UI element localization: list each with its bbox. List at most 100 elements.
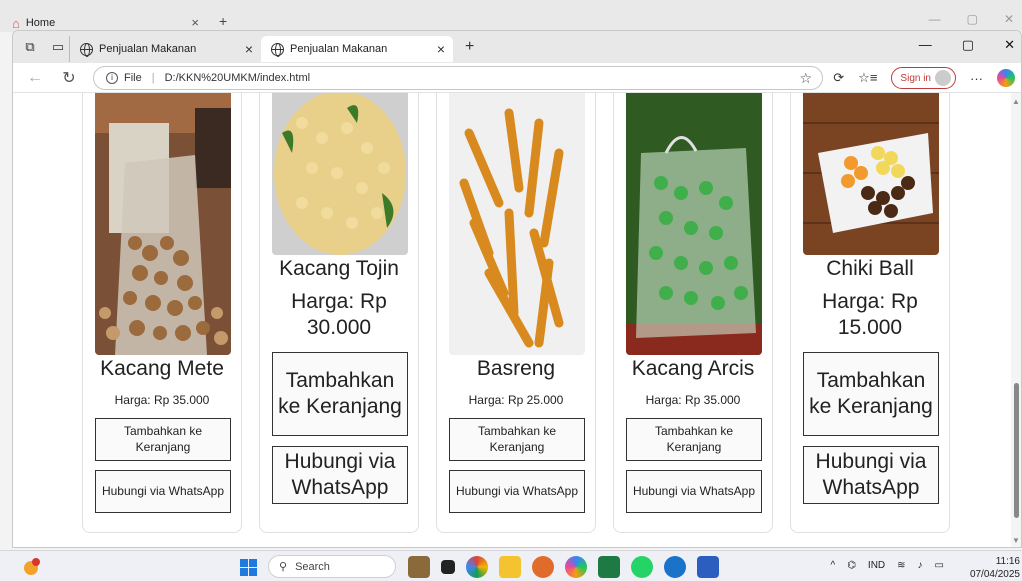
whatsapp-contact-button[interactable]: Hubungi via WhatsApp — [626, 470, 762, 513]
taskbar-search[interactable]: ⚲ Search — [268, 555, 396, 578]
backdrop-minimize-button[interactable]: — — [929, 12, 941, 26]
system-tray: ^ ⌬ IND ≋ ♪ ▭ — [830, 560, 944, 571]
taskbar-search-placeholder: Search — [295, 560, 330, 573]
add-to-cart-button[interactable]: Tambahkan ke Keranjang — [803, 352, 939, 436]
chrome-icon[interactable] — [466, 556, 488, 578]
globe-icon — [80, 42, 93, 57]
start-button[interactable] — [240, 559, 257, 576]
backdrop-window-controls: — ▢ ✕ — [929, 12, 1014, 26]
backdrop-new-tab-button[interactable]: + — [219, 13, 227, 29]
task-view-icon[interactable] — [441, 560, 455, 574]
whatsapp-icon[interactable] — [631, 556, 653, 578]
home-icon: ⌂ — [12, 15, 20, 31]
product-card-basreng: Basreng Harga: Rp 25.000 Tambahkan ke Ke… — [436, 93, 596, 533]
close-button[interactable]: ✕ — [1004, 37, 1015, 53]
wifi-icon[interactable]: ≋ — [897, 560, 905, 571]
scrollbar-thumb[interactable] — [1014, 383, 1019, 518]
product-image-basreng — [449, 93, 585, 355]
sign-in-button[interactable]: Sign in — [891, 67, 956, 89]
clock-date: 07/04/2025 — [969, 569, 1020, 580]
add-to-cart-button[interactable]: Tambahkan ke Keranjang — [626, 418, 762, 461]
product-price: Harga: Rp 35.000 — [114, 393, 210, 407]
tab-bar: ⧉ ▭ Penjualan Makanan × Penjualan Makana… — [13, 31, 1021, 63]
url-text: D:/KKN%20UMKM/index.html — [164, 72, 311, 84]
url-scheme: File — [124, 72, 142, 84]
tab-penjualan-makanan-1[interactable]: Penjualan Makanan × — [69, 36, 261, 62]
backdrop-maximize-button[interactable]: ▢ — [967, 12, 978, 26]
info-icon[interactable]: i — [106, 72, 118, 84]
whatsapp-contact-button[interactable]: Hubungi via WhatsApp — [272, 446, 408, 504]
product-name: Kacang Mete — [100, 357, 224, 380]
page-viewport: Kacang Mete Harga: Rp 35.000 Tambahkan k… — [13, 93, 1021, 547]
language-indicator[interactable]: IND — [868, 560, 885, 571]
chevron-up-icon[interactable]: ^ — [830, 560, 835, 571]
product-image-kacang-arcis — [626, 93, 762, 355]
product-price: Harga: Rp 25.000 — [468, 393, 564, 407]
add-to-cart-button[interactable]: Tambahkan ke Keranjang — [449, 418, 585, 461]
globe-icon — [271, 42, 284, 57]
vertical-scrollbar[interactable]: ▲ ▼ — [1011, 93, 1021, 547]
tab-close-icon[interactable]: × — [245, 41, 253, 57]
back-arrow-icon[interactable]: ← — [23, 69, 47, 87]
backdrop-close-button[interactable]: ✕ — [1004, 12, 1014, 26]
word-icon[interactable] — [697, 556, 719, 578]
copilot-taskbar-icon[interactable] — [565, 556, 587, 578]
tab-title: Penjualan Makanan — [290, 43, 388, 55]
product-card-kacang-arcis: Kacang Arcis Harga: Rp 35.000 Tambahkan … — [613, 93, 773, 533]
product-card-kacang-mete: Kacang Mete Harga: Rp 35.000 Tambahkan k… — [82, 93, 242, 533]
minimize-button[interactable]: — — [919, 37, 932, 53]
address-bar-row: ← ↻ i File | D:/KKN%20UMKM/index.html ☆ … — [13, 63, 1021, 93]
tab-penjualan-makanan-2[interactable]: Penjualan Makanan × — [261, 36, 453, 62]
extensions-icon[interactable]: ⟳ — [833, 70, 844, 86]
favorites-icon[interactable]: ☆≡ — [858, 70, 877, 86]
taskbar: ⚲ Search ^ ⌬ IND ≋ ♪ ▭ 11:16 07/04/2025 — [0, 550, 1022, 581]
avatar-icon — [935, 70, 951, 86]
scroll-up-icon[interactable]: ▲ — [1012, 97, 1020, 106]
excel-icon[interactable] — [598, 556, 620, 578]
url-field[interactable]: i File | D:/KKN%20UMKM/index.html ☆ — [93, 66, 823, 90]
new-tab-button[interactable]: + — [465, 38, 474, 56]
tab-actions-icon[interactable]: ▭ — [47, 36, 69, 58]
weather-icon[interactable] — [22, 557, 42, 577]
product-card-chiki-ball: Chiki Ball Harga: Rp 15.000 Tambahkan ke… — [790, 93, 950, 533]
network-status-icon[interactable]: ⌬ — [847, 560, 856, 571]
url-separator: | — [151, 72, 155, 84]
whatsapp-contact-button[interactable]: Hubungi via WhatsApp — [449, 470, 585, 513]
taskbar-apps — [408, 556, 719, 578]
blender-icon[interactable] — [532, 556, 554, 578]
add-to-cart-button[interactable]: Tambahkan ke Keranjang — [95, 418, 231, 461]
sign-in-label: Sign in — [900, 72, 931, 84]
backdrop-tab-title: Home — [25, 17, 56, 29]
product-card-kacang-tojin: Kacang Tojin Harga: Rp 30.000 Tambahkan … — [259, 93, 419, 533]
volume-icon[interactable]: ♪ — [918, 560, 923, 571]
whatsapp-contact-button[interactable]: Hubungi via WhatsApp — [95, 470, 231, 513]
backdrop-tab-close-icon[interactable]: × — [191, 15, 199, 30]
scroll-down-icon[interactable]: ▼ — [1012, 536, 1020, 545]
workspaces-icon[interactable]: ⧉ — [19, 36, 41, 58]
product-price: Harga: Rp 35.000 — [645, 393, 741, 407]
refresh-icon[interactable]: ↻ — [57, 68, 81, 88]
browser-window: ⧉ ▭ Penjualan Makanan × Penjualan Makana… — [12, 30, 1022, 548]
product-name: Kacang Arcis — [631, 357, 755, 380]
product-name: Chiki Ball — [826, 257, 914, 280]
tab-title: Penjualan Makanan — [99, 43, 197, 55]
file-explorer-icon[interactable] — [499, 556, 521, 578]
product-image-kacang-tojin — [272, 93, 408, 255]
maximize-button[interactable]: ▢ — [962, 37, 974, 53]
add-to-cart-button[interactable]: Tambahkan ke Keranjang — [272, 352, 408, 436]
product-name: Kacang Tojin — [279, 257, 399, 280]
tab-close-icon[interactable]: × — [437, 41, 445, 57]
search-icon: ⚲ — [279, 561, 288, 573]
more-menu-icon[interactable]: ··· — [970, 71, 983, 86]
product-image-chiki-ball — [803, 93, 939, 255]
favorite-star-icon[interactable]: ☆ — [799, 70, 812, 87]
whatsapp-contact-button[interactable]: Hubungi via WhatsApp — [803, 446, 939, 504]
backdrop-window: ⌂ Home × + — ▢ ✕ — [0, 0, 1022, 32]
battery-icon[interactable]: ▭ — [935, 560, 944, 571]
squirrel-widget-icon[interactable] — [408, 556, 430, 578]
toolbar-right: ⟳ ☆≡ Sign in ··· — [833, 67, 1015, 89]
product-name: Basreng — [476, 357, 556, 380]
edge-icon[interactable] — [664, 556, 686, 578]
taskbar-clock[interactable]: 11:16 07/04/2025 — [970, 555, 1020, 581]
copilot-icon[interactable] — [997, 69, 1015, 87]
